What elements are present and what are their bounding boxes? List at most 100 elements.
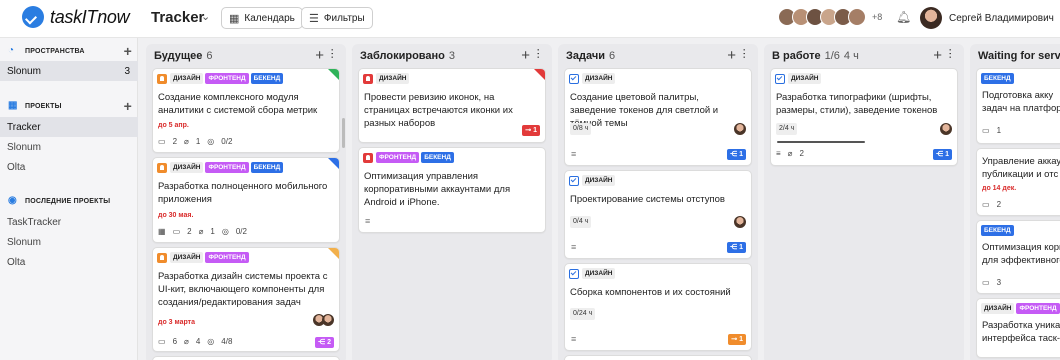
task-type-icon [157,252,167,263]
tag-frontend: ФРОНТЕНД [376,152,420,163]
column-title: В работе 1/6 4 ч [772,50,859,62]
task-card[interactable]: БЕКЕНД Оптимизация корп для эффективного… [976,220,1060,294]
assignee-avatar[interactable] [734,216,746,228]
subtasks-badge[interactable]: ⋲ 1 [727,149,746,160]
column-scrollbar[interactable] [342,118,345,148]
team-avatars[interactable] [778,8,866,26]
card-title: Сборка компонентов и их состояний [570,287,731,298]
task-card[interactable]: ДИЗАЙН ФРОНТЕНД Разработка уника интерфе… [976,298,1060,358]
card-title: Создание комплексного модуля аналитики с… [158,92,318,116]
subtask-icon: ⋲ [730,151,740,158]
attachment-icon: ⌀ [184,337,189,346]
more-users-count[interactable]: +8 [872,12,882,22]
logo[interactable]: taskITnow [22,6,130,28]
task-card[interactable]: ДИЗАЙН Сборка компонентов и их состояний… [564,263,752,351]
task-card[interactable]: ДИЗАЙН ФРОНТЕНД Разработка дизайн систем… [152,247,340,352]
sidebar: ◔ ПРОСТРАНСТВА + Slonum 3 ▦ ПРОЕКТЫ + Tr… [0,38,138,360]
blocked-badge[interactable]: ⊸ 1 [728,334,746,345]
tag-frontend: ФРОНТЕНД [205,73,249,84]
project-title[interactable]: Tracker [151,9,204,26]
add-card-icon[interactable]: + [727,47,736,64]
task-card[interactable]: БЕКЕНД Подготовка акку задач на платфор … [976,68,1060,144]
task-card[interactable] [564,355,752,360]
sidebar-item-label: Olta [7,256,26,268]
more-icon[interactable]: ⋯ [738,48,750,59]
description-icon: ≡ [571,149,577,159]
priority-corner [328,69,339,80]
sidebar-item-tracker[interactable]: Tracker [0,117,138,137]
sidebar-item-label: Tracker [7,121,41,133]
task-card[interactable]: ДИЗАЙН Разработка типографики (шрифты, р… [770,68,958,166]
sidebar-item-recent-tasktracker[interactable]: TaskTracker [0,212,138,232]
task-card[interactable]: ДИЗАЙН Провести ревизию иконок, на стран… [358,68,546,143]
attachment-icon: ⌀ [787,149,793,158]
calendar-button[interactable]: ▦ Календарь [221,7,303,29]
sidebar-item-recent-olta[interactable]: Olta [0,252,138,272]
add-project-icon[interactable]: + [124,99,132,113]
subtask-icon: ⋲ [318,339,328,346]
task-card[interactable]: ФРОНТЕНД БЕКЕНД Оптимизация управления к… [358,147,546,233]
subtasks-badge[interactable]: ⋲ 2 [315,337,334,348]
assignee-avatar[interactable] [734,123,746,135]
blocked-count: 1 [739,336,743,343]
tag-design: ДИЗАЙН [170,73,204,84]
add-card-icon[interactable]: + [933,47,942,64]
blocked-badge[interactable]: ⊸ 1 [522,125,540,136]
sidebar-item-space-slonum[interactable]: Slonum 3 [0,61,138,81]
comment-icon: ▭ [982,278,990,287]
more-icon[interactable]: ⋯ [532,48,544,59]
user-name[interactable]: Сергей Владимирович [949,13,1054,24]
time-estimate: 0/4 ч [570,216,592,228]
task-card[interactable] [152,356,340,360]
recent-title-label: ПОСЛЕДНИЕ ПРОЕКТЫ [25,197,111,205]
link-icon: ⊸ [525,127,534,134]
subtasks-count: 1 [945,151,949,158]
comment-icon: ▭ [982,126,990,135]
card-meta: ▭ 3 [982,278,1008,287]
card-title: Разработка полноценного мобильного прило… [158,181,328,205]
checklist-icon: ◎ [207,137,215,146]
task-card[interactable]: ДИЗАЙН ФРОНТЕНД БЕКЕНД Разработка полноц… [152,157,340,243]
card-title: Проектирование системы отступов [570,194,725,205]
user-avatar[interactable] [920,7,942,29]
chevron-down-icon[interactable]: ⌄ [201,10,210,23]
tag-design: ДИЗАЙН [582,268,616,279]
filters-button[interactable]: ☰ Фильтры [301,7,373,29]
sidebar-item-olta[interactable]: Olta [0,157,138,177]
sidebar-item-recent-slonum[interactable]: Slonum [0,232,138,252]
time-estimate: 2/4 ч [776,123,798,135]
column-waiting: Waiting for serv БЕКЕНД Подготовка акку … [970,44,1060,360]
time-estimate: 0/24 ч [570,308,596,320]
spaces-section-title: ◔ ПРОСТРАНСТВА + [8,44,138,58]
spaces-title-label: ПРОСТРАНСТВА [25,47,85,55]
bell-icon[interactable]: 🔔︎ [896,10,911,24]
column-title-label: Будущее [154,50,203,62]
avatar [848,8,866,26]
comment-count: 1 [996,126,1002,135]
add-card-icon[interactable]: + [315,47,324,64]
comment-count: 2 [187,227,192,236]
task-card[interactable]: ДИЗАЙН Создание цветовой палитры, заведе… [564,68,752,166]
task-card[interactable]: ДИЗАЙН Проектирование системы отступов 0… [564,170,752,259]
attachment-count: 2 [799,149,804,158]
more-icon[interactable]: ⋯ [326,48,338,59]
task-card[interactable]: ДИЗАЙН ФРОНТЕНД БЕКЕНД Создание комплекс… [152,68,340,153]
assignee-avatar[interactable] [322,314,334,326]
projects-title-label: ПРОЕКТЫ [25,102,62,110]
kanban-board: Будущее 6 + ⋯ ДИЗАЙН ФРОНТЕНД БЕКЕНД Созд… [138,38,1060,360]
task-type-icon [157,162,167,173]
task-card[interactable]: Управление аккау публикации и отс до 14 … [976,148,1060,216]
link-icon: ⊸ [731,336,740,343]
comment-count: 3 [996,278,1002,287]
add-space-icon[interactable]: + [124,44,132,58]
add-card-icon[interactable]: + [521,47,530,64]
subtasks-badge[interactable]: ⋲ 1 [933,149,952,160]
sidebar-item-slonum[interactable]: Slonum [0,137,138,157]
assignee-avatar[interactable] [940,123,952,135]
priority-corner [328,248,339,259]
subtasks-badge[interactable]: ⋲ 1 [727,242,746,253]
card-title: Разработка типографики (шрифты, размеры,… [776,92,938,116]
top-bar: taskITnow Tracker ⌄ ▦ Календарь ☰ Фильтр… [0,0,1060,38]
recent-icon: ◉ [8,195,17,206]
more-icon[interactable]: ⋯ [944,48,956,59]
